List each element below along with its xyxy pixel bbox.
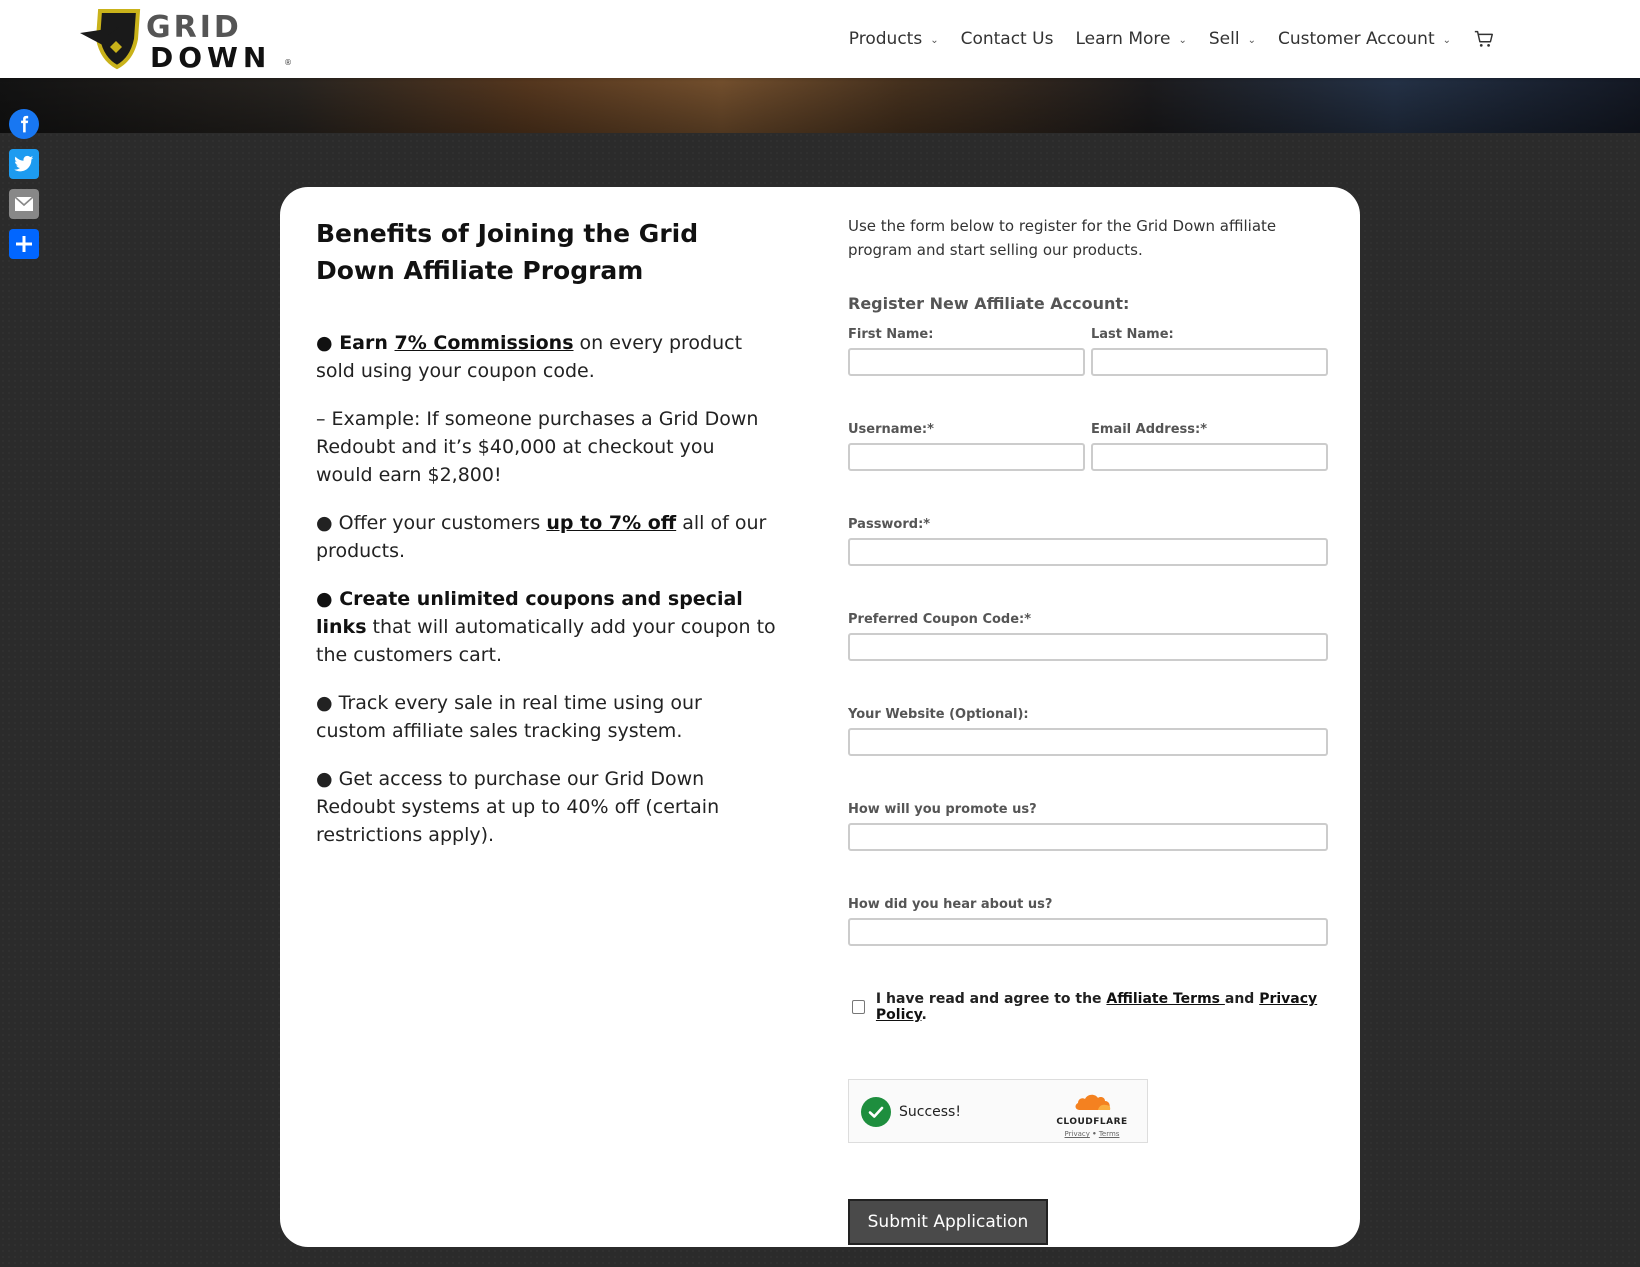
coupon-field-wrap: Preferred Coupon Code:* xyxy=(848,612,1328,661)
last-name-label: Last Name: xyxy=(1091,327,1174,342)
nav-learn-more-label: Learn More xyxy=(1075,29,1171,49)
captcha-separator: • xyxy=(1092,1130,1097,1138)
nav-learn-more[interactable]: Learn More ⌄ xyxy=(1075,29,1186,49)
discount-link[interactable]: up to 7% off xyxy=(546,512,676,534)
hero-banner xyxy=(0,78,1640,133)
agree-pre-text: I have read and agree to the xyxy=(875,991,1107,1007)
chevron-down-icon: ⌄ xyxy=(1178,34,1187,46)
benefits-section: Benefits of Joining the Grid Down Affili… xyxy=(316,215,776,869)
benefit-tracking: ● Track every sale in real time using ou… xyxy=(316,692,702,742)
first-name-input[interactable] xyxy=(848,348,1085,376)
password-field-wrap: Password:* xyxy=(848,517,1328,566)
hear-field-wrap: How did you hear about us? xyxy=(848,897,1328,946)
cloud-icon xyxy=(1075,1094,1111,1110)
email-input[interactable] xyxy=(1091,443,1328,471)
logo-bottom-text: DOWN xyxy=(150,41,271,71)
facebook-icon[interactable] xyxy=(9,109,39,139)
logo-mark: GRID DOWN ® xyxy=(80,9,292,71)
share-icon[interactable] xyxy=(9,229,39,259)
coupon-input[interactable] xyxy=(848,633,1328,661)
benefit-discount-lead: ● Offer your customers xyxy=(316,512,547,534)
agree-and-text: and xyxy=(1224,991,1260,1007)
nav-products-label: Products xyxy=(848,29,923,49)
nav-contact-label: Contact Us xyxy=(960,29,1054,49)
benefit-redoubt: ● Get access to purchase our Grid Down R… xyxy=(316,768,720,846)
affiliate-card: Benefits of Joining the Grid Down Affili… xyxy=(280,187,1360,1247)
captcha-status: Success! xyxy=(899,1104,961,1120)
captcha-privacy-link[interactable]: Privacy xyxy=(1065,1130,1090,1138)
cloudflare-captcha[interactable]: Success! CLOUDFLARE Privacy • Terms xyxy=(848,1079,1148,1143)
username-field-wrap: Username:* xyxy=(848,422,1085,471)
form-title: Register New Affiliate Account: xyxy=(848,294,1130,313)
benefit-commissions-lead: ● Earn xyxy=(316,332,395,354)
nav-sell-label: Sell xyxy=(1208,29,1240,49)
benefit-coupons: ● Create unlimited coupons and special l… xyxy=(316,585,776,669)
nav-customer-account[interactable]: Customer Account ⌄ xyxy=(1278,29,1451,49)
logo-top-text: GRID xyxy=(146,10,242,45)
form-intro: Use the form below to register for the G… xyxy=(848,217,1277,259)
checkmark-icon xyxy=(861,1097,891,1127)
coupon-label: Preferred Coupon Code:* xyxy=(848,612,1032,627)
first-name-field-wrap: First Name: xyxy=(848,327,1085,376)
email-field-wrap: Email Address:* xyxy=(1091,422,1328,471)
social-share-bar xyxy=(9,109,39,269)
username-input[interactable] xyxy=(848,443,1085,471)
email-icon[interactable] xyxy=(9,189,39,219)
terms-agreement: I have read and agree to the Affiliate T… xyxy=(848,991,1328,1023)
email-label: Email Address:* xyxy=(1091,422,1208,437)
password-label: Password:* xyxy=(848,517,931,532)
name-row: First Name: Last Name: xyxy=(848,327,1328,376)
captcha-links: Privacy • Terms xyxy=(1053,1130,1131,1138)
benefits-title: Benefits of Joining the Grid Down Affili… xyxy=(316,219,699,285)
chevron-down-icon: ⌄ xyxy=(930,34,939,46)
website-label: Your Website (Optional): xyxy=(848,707,1029,722)
last-name-input[interactable] xyxy=(1091,348,1328,376)
account-row: Username:* Email Address:* xyxy=(848,422,1328,471)
agree-text: I have read and agree to the Affiliate T… xyxy=(876,991,1328,1023)
submit-application-button[interactable]: Submit Application xyxy=(848,1199,1048,1245)
benefit-discount: ● Offer your customers up to 7% off all … xyxy=(316,509,776,565)
agree-end-text: . xyxy=(921,1007,927,1023)
hear-label: How did you hear about us? xyxy=(848,897,1053,912)
website-input[interactable] xyxy=(848,728,1328,756)
commissions-link[interactable]: 7% Commissions xyxy=(395,332,574,354)
website-field-wrap: Your Website (Optional): xyxy=(848,707,1328,756)
chevron-down-icon: ⌄ xyxy=(1442,34,1451,46)
first-name-label: First Name: xyxy=(848,327,934,342)
benefit-example: – Example: If someone purchases a Grid D… xyxy=(316,408,759,486)
logo-registered: ® xyxy=(284,58,292,67)
nav-contact-us[interactable]: Contact Us xyxy=(961,29,1054,49)
nav-sell[interactable]: Sell ⌄ xyxy=(1209,29,1256,49)
last-name-field-wrap: Last Name: xyxy=(1091,327,1328,376)
cloudflare-brand: CLOUDFLARE xyxy=(1056,1117,1128,1127)
registration-form: Use the form below to register for the G… xyxy=(848,214,1328,1245)
hear-input[interactable] xyxy=(848,918,1328,946)
benefit-commissions: ● Earn 7% Commissions on every product s… xyxy=(316,329,776,385)
affiliate-terms-link[interactable]: Affiliate Terms xyxy=(1106,991,1224,1007)
promote-input[interactable] xyxy=(848,823,1328,851)
twitter-icon[interactable] xyxy=(9,149,39,179)
terms-checkbox[interactable] xyxy=(852,1000,865,1014)
promote-field-wrap: How will you promote us? xyxy=(848,802,1328,851)
site-header: GRID DOWN ® Products ⌄ Contact Us Learn M… xyxy=(0,0,1640,78)
username-label: Username:* xyxy=(848,422,934,437)
chevron-down-icon: ⌄ xyxy=(1247,34,1256,46)
cart-icon[interactable] xyxy=(1473,28,1495,50)
nav-products[interactable]: Products ⌄ xyxy=(849,29,939,49)
nav-customer-account-label: Customer Account xyxy=(1277,29,1435,49)
promote-label: How will you promote us? xyxy=(848,802,1037,817)
grid-down-logo[interactable]: GRID DOWN ® xyxy=(80,6,310,72)
password-input[interactable] xyxy=(848,538,1328,566)
benefit-coupons-text: that will automatically add your coupon … xyxy=(316,616,776,666)
captcha-terms-link[interactable]: Terms xyxy=(1099,1130,1120,1138)
main-nav: Products ⌄ Contact Us Learn More ⌄ Sell ⌄ C… xyxy=(827,0,1640,78)
cloudflare-logo: CLOUDFLARE Privacy • Terms xyxy=(1053,1092,1131,1138)
